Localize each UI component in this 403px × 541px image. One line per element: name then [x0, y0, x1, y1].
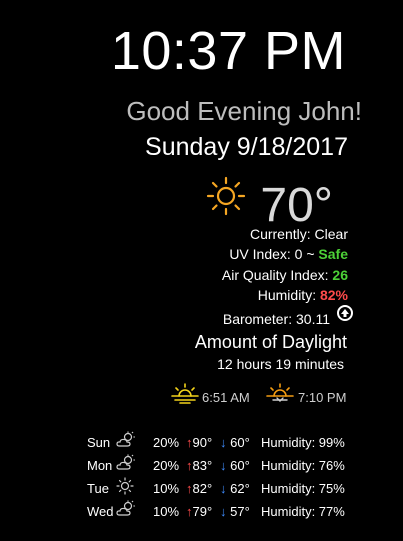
- greeting-text: Good Evening John!: [126, 96, 362, 126]
- forecast-low: ↓ 57°: [220, 504, 250, 520]
- forecast-row: Mon 20% ↑83° ↓ 60° Humidity: 76%: [80, 454, 370, 479]
- forecast-row: Sun 20% ↑90° ↓ 60° Humidity: 99%: [80, 431, 370, 456]
- daylight-duration: 12 hours 19 minutes: [217, 356, 344, 372]
- forecast-humidity: Humidity: 76%: [261, 458, 345, 473]
- uv-index: UV Index: 0 ~ Safe: [229, 245, 348, 263]
- forecast-day: Sun: [87, 435, 111, 450]
- forecast-day: Mon: [87, 458, 113, 473]
- barometer: Barometer: 30.11: [223, 310, 330, 328]
- forecast-low-value: 62°: [230, 481, 250, 496]
- forecast-row: Wed 10% ↑79° ↓ 57° Humidity: 77%: [80, 500, 370, 525]
- current-conditions: Currently: Clear: [250, 225, 348, 243]
- forecast-low-value: 60°: [230, 435, 250, 450]
- clock-time: 10:37 PM: [110, 21, 346, 81]
- forecast-high: ↑90°: [186, 435, 212, 451]
- uv-value: Safe: [318, 246, 348, 262]
- sunrise-icon: [171, 382, 199, 409]
- partly-cloudy-icon: [116, 454, 136, 476]
- current-humidity: Humidity: 82%: [258, 286, 348, 304]
- barometer-value: 30.11: [296, 311, 330, 327]
- forecast-low-value: 57°: [230, 504, 250, 519]
- arrow-down-icon: ↓: [220, 481, 227, 496]
- humidity-label: Humidity:: [257, 287, 320, 303]
- partly-cloudy-icon: [116, 500, 136, 522]
- forecast-row: Tue 10% ↑82° ↓ 62° Humidity: 75%: [80, 477, 370, 502]
- sun-icon: [116, 477, 134, 499]
- forecast-high-value: 79°: [192, 504, 213, 519]
- arrow-down-icon: ↓: [220, 504, 227, 519]
- forecast-precip: 10%: [153, 481, 180, 496]
- aqi-label: Air Quality Index:: [221, 267, 333, 283]
- partly-cloudy-icon: [116, 431, 136, 453]
- sunset-icon: [265, 382, 295, 409]
- forecast-low: ↓ 60°: [220, 458, 250, 474]
- forecast-precip: 20%: [153, 458, 180, 473]
- arrow-down-icon: ↓: [220, 458, 227, 473]
- forecast-humidity: Humidity: 75%: [261, 481, 345, 496]
- air-quality-index: Air Quality Index: 26: [222, 266, 348, 284]
- forecast-precip: 10%: [153, 504, 180, 519]
- forecast-day: Tue: [87, 481, 109, 496]
- forecast-low: ↓ 60°: [220, 435, 250, 451]
- forecast-high: ↑83°: [186, 458, 212, 474]
- arrow-up-circle-icon: [337, 305, 353, 321]
- sunrise-time: 6:51 AM: [202, 390, 250, 405]
- forecast-humidity: Humidity: 99%: [261, 435, 345, 450]
- forecast-table: Sun 20% ↑90° ↓ 60° Humidity: 99% Mon 20%…: [80, 431, 370, 525]
- forecast-low-value: 60°: [230, 458, 250, 473]
- date-text: Sunday 9/18/2017: [145, 133, 348, 161]
- forecast-high-value: 83°: [192, 458, 213, 473]
- barometer-label: Barometer:: [222, 311, 296, 327]
- humidity-value: 82%: [319, 287, 348, 303]
- daylight-title: Amount of Daylight: [194, 332, 347, 352]
- sun-icon: [206, 176, 246, 216]
- uv-label: UV Index: 0 ~: [229, 246, 319, 262]
- forecast-high-value: 82°: [192, 481, 213, 496]
- forecast-high-value: 90°: [192, 435, 213, 450]
- forecast-day: Wed: [87, 504, 114, 519]
- forecast-precip: 20%: [153, 435, 180, 450]
- forecast-high: ↑79°: [186, 504, 212, 520]
- forecast-humidity: Humidity: 77%: [261, 504, 345, 519]
- aqi-value: 26: [332, 267, 348, 283]
- forecast-high: ↑82°: [186, 481, 212, 497]
- forecast-low: ↓ 62°: [220, 481, 250, 497]
- currently-label: Currently:: [249, 226, 315, 242]
- currently-value: Clear: [314, 226, 348, 242]
- arrow-down-icon: ↓: [220, 435, 227, 450]
- sunset-time: 7:10 PM: [298, 390, 347, 405]
